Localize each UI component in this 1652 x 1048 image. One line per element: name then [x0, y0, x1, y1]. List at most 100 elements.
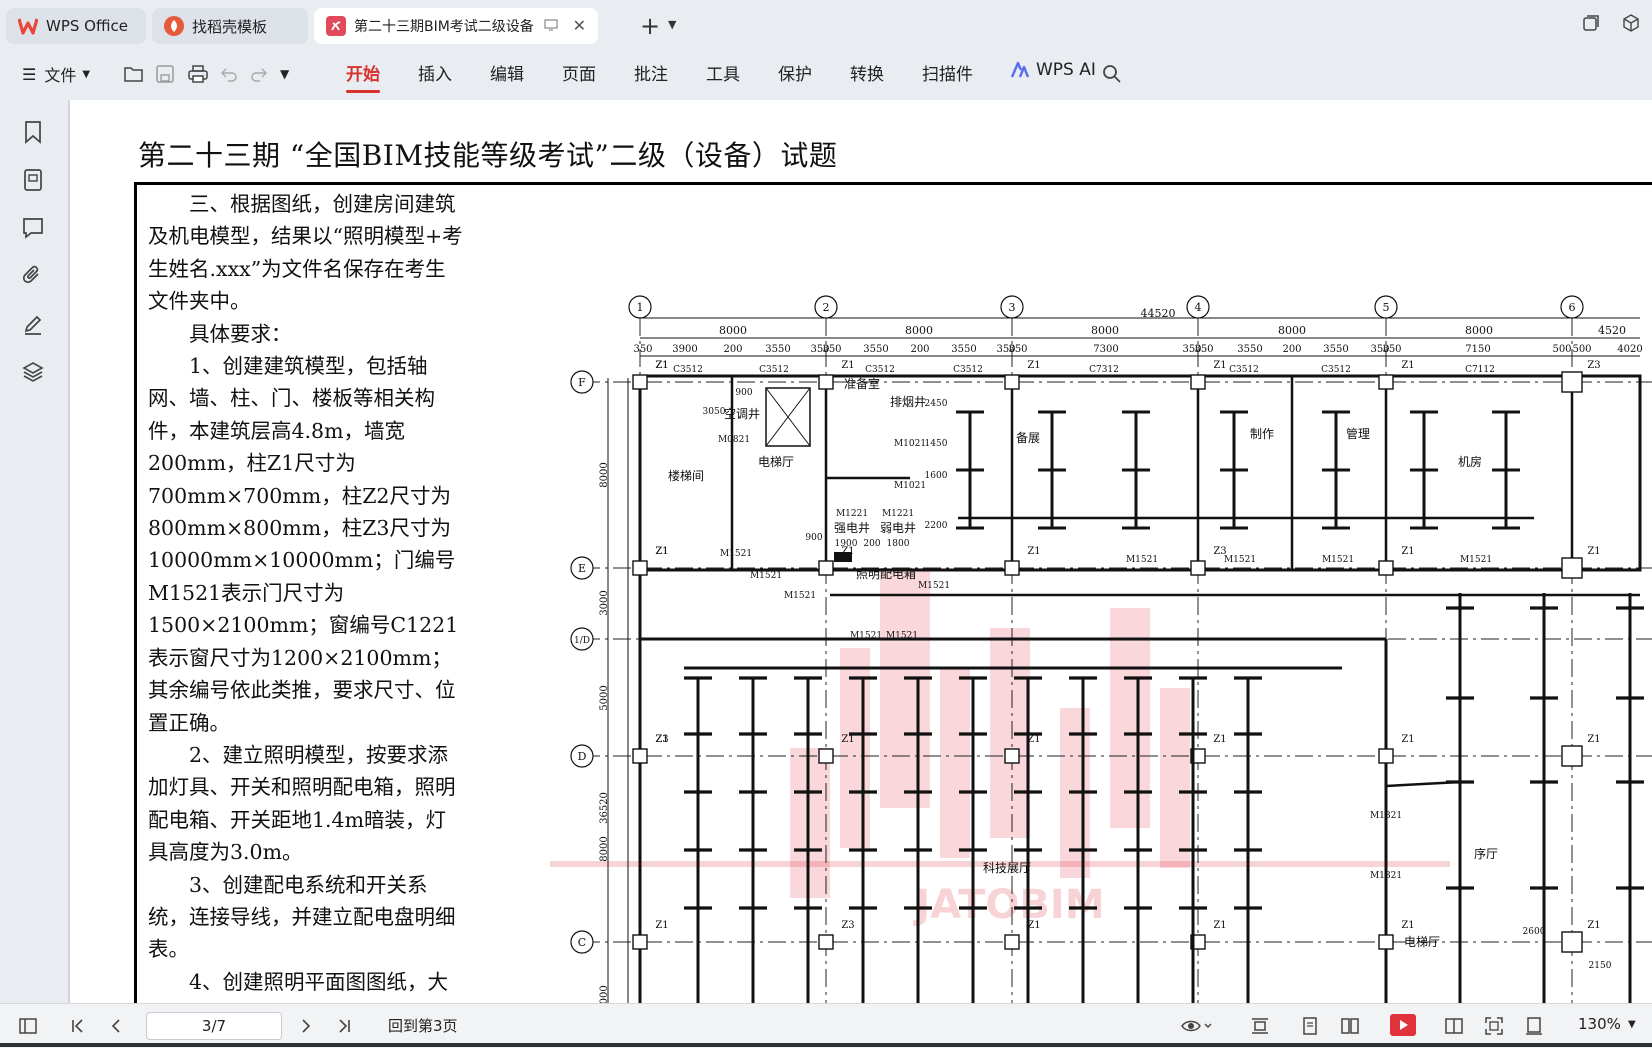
comment-icon[interactable]: [22, 216, 46, 240]
tab-convert[interactable]: 转换: [850, 60, 884, 85]
page-number-input[interactable]: 3/7: [146, 1012, 282, 1040]
dimension-sub: 350: [1194, 344, 1213, 355]
dimension-sub: 200: [910, 344, 929, 355]
structural-column: [632, 374, 648, 390]
room-label: 备展: [1016, 431, 1040, 445]
eye-mode-icon[interactable]: [1180, 1016, 1216, 1036]
room-label: 电梯厅: [1404, 935, 1440, 949]
dimension-bay: 8000: [719, 324, 747, 337]
back-to-page-link[interactable]: 回到第3页: [388, 1015, 458, 1036]
axis-label: 2: [823, 301, 830, 314]
new-tab-icon[interactable]: +: [640, 12, 660, 40]
tab-wps-ai[interactable]: WPS AI: [1010, 60, 1096, 80]
file-menu-button[interactable]: ☰ 文件 ▼: [22, 58, 90, 90]
attachment-icon[interactable]: [22, 264, 46, 288]
cube-icon[interactable]: [1622, 14, 1640, 36]
fit-width-icon[interactable]: [1524, 1016, 1544, 1036]
door-tag: M1521: [886, 631, 918, 641]
axis-label: F: [578, 376, 586, 389]
column-tag: Z1: [841, 360, 854, 371]
tab-insert[interactable]: 插入: [418, 60, 452, 85]
chevron-down-icon[interactable]: ▼: [280, 58, 289, 90]
door-tag: M1521: [1224, 555, 1256, 565]
tab-edit[interactable]: 编辑: [490, 60, 524, 85]
close-tab-icon[interactable]: ✕: [573, 16, 586, 35]
restore-window-icon[interactable]: [1582, 14, 1600, 36]
zoom-level[interactable]: 130%: [1578, 1015, 1621, 1033]
window-tag: C3512: [759, 365, 789, 375]
watermark-bar: [880, 568, 930, 808]
column-tag: Z1: [1213, 360, 1226, 371]
last-page-icon[interactable]: [334, 1016, 354, 1036]
dimension-sub: 200: [1282, 344, 1301, 355]
window-bottom-edge: [0, 1043, 1652, 1047]
layers-icon[interactable]: [22, 360, 46, 384]
undo-icon[interactable]: [220, 58, 238, 90]
single-page-icon[interactable]: [1300, 1016, 1320, 1036]
bookmark-icon[interactable]: [22, 120, 46, 144]
room-label: 照明配电箱: [856, 566, 916, 581]
fit-page-icon[interactable]: [1250, 1016, 1270, 1036]
wps-logo-icon: [18, 16, 38, 36]
column-tag: Z1: [1587, 920, 1600, 931]
structural-column: [1190, 560, 1206, 576]
tab-scan[interactable]: 扫描件: [922, 60, 973, 85]
door-tag: M1521: [784, 591, 816, 601]
dimension-sub: 350: [1008, 344, 1027, 355]
monitor-icon[interactable]: [544, 18, 558, 36]
read-mode-icon[interactable]: [1444, 1016, 1464, 1036]
dimension-sub: 500: [1572, 344, 1591, 355]
save-icon[interactable]: [156, 58, 174, 90]
search-icon[interactable]: [1102, 58, 1122, 90]
door-tag: M1521: [850, 631, 882, 641]
tab-page[interactable]: 页面: [562, 60, 596, 85]
dimension-sub: 4020: [1617, 344, 1642, 355]
hamburger-icon: ☰: [22, 64, 37, 84]
tab-label: 找稻壳模板: [192, 17, 268, 36]
redo-icon[interactable]: [250, 58, 268, 90]
structural-column: [1561, 557, 1583, 579]
room-label: 强电井: [834, 521, 870, 535]
chevron-down-icon[interactable]: ▼: [1628, 1019, 1636, 1030]
two-page-icon[interactable]: [1340, 1016, 1360, 1036]
tab-tools[interactable]: 工具: [706, 60, 740, 85]
next-page-icon[interactable]: [296, 1016, 316, 1036]
room-label: 制作: [1250, 427, 1274, 441]
tab-protect[interactable]: 保护: [778, 60, 812, 85]
column-tag: Z1: [1213, 920, 1226, 931]
dimension-sub: 500: [1552, 344, 1571, 355]
dimension-sub: 7300: [1093, 344, 1118, 355]
structural-column: [1378, 560, 1394, 576]
room-label: 电梯厅: [758, 455, 794, 469]
watermark-bar: [1160, 688, 1190, 868]
tab-docer[interactable]: 找稻壳模板: [152, 8, 308, 44]
tab-wps-office[interactable]: WPS Office: [6, 8, 146, 44]
tab-home[interactable]: 开始: [346, 60, 380, 93]
requirement-item: 2、建立照明模型，按要求添加灯具、开关和照明配电箱，照明配电箱、开关距地1.4m…: [148, 742, 456, 865]
chevron-down-icon: ▼: [82, 68, 91, 80]
door-tag: M1221: [882, 509, 914, 519]
print-icon[interactable]: [188, 58, 208, 90]
tab-comment[interactable]: 批注: [634, 60, 668, 85]
toggle-sidebar-icon[interactable]: [18, 1016, 38, 1036]
dimension-bay: 4520: [1598, 324, 1626, 337]
column-tag: Z1: [1027, 546, 1040, 557]
document-viewport[interactable]: 第二十三期 “全国BIM技能等级考试”二级（设备）试题 三、根据图纸，创建房间建…: [68, 100, 1652, 1003]
fullscreen-icon[interactable]: [1484, 1016, 1504, 1036]
open-folder-icon[interactable]: [124, 58, 144, 90]
tab-pdf-document[interactable]: 第二十三期BIM考试二级设备 ✕: [314, 8, 598, 44]
door-tag: M1821: [1370, 811, 1402, 821]
structural-column: [1378, 374, 1394, 390]
chevron-down-icon[interactable]: ▼: [668, 18, 676, 31]
previous-page-icon[interactable]: [106, 1016, 126, 1036]
column-tag: Z1: [1213, 734, 1226, 745]
axis-label: D: [578, 750, 587, 763]
thumbnail-icon[interactable]: [22, 168, 46, 192]
door-tag: M1521: [720, 549, 752, 559]
signature-icon[interactable]: [22, 312, 46, 336]
first-page-icon[interactable]: [68, 1016, 88, 1036]
window-tag: C3512: [1229, 365, 1259, 375]
play-slideshow-icon[interactable]: [1390, 1014, 1416, 1036]
window-tag: C3512: [673, 365, 703, 375]
dimension-sub: 3550: [1237, 344, 1262, 355]
